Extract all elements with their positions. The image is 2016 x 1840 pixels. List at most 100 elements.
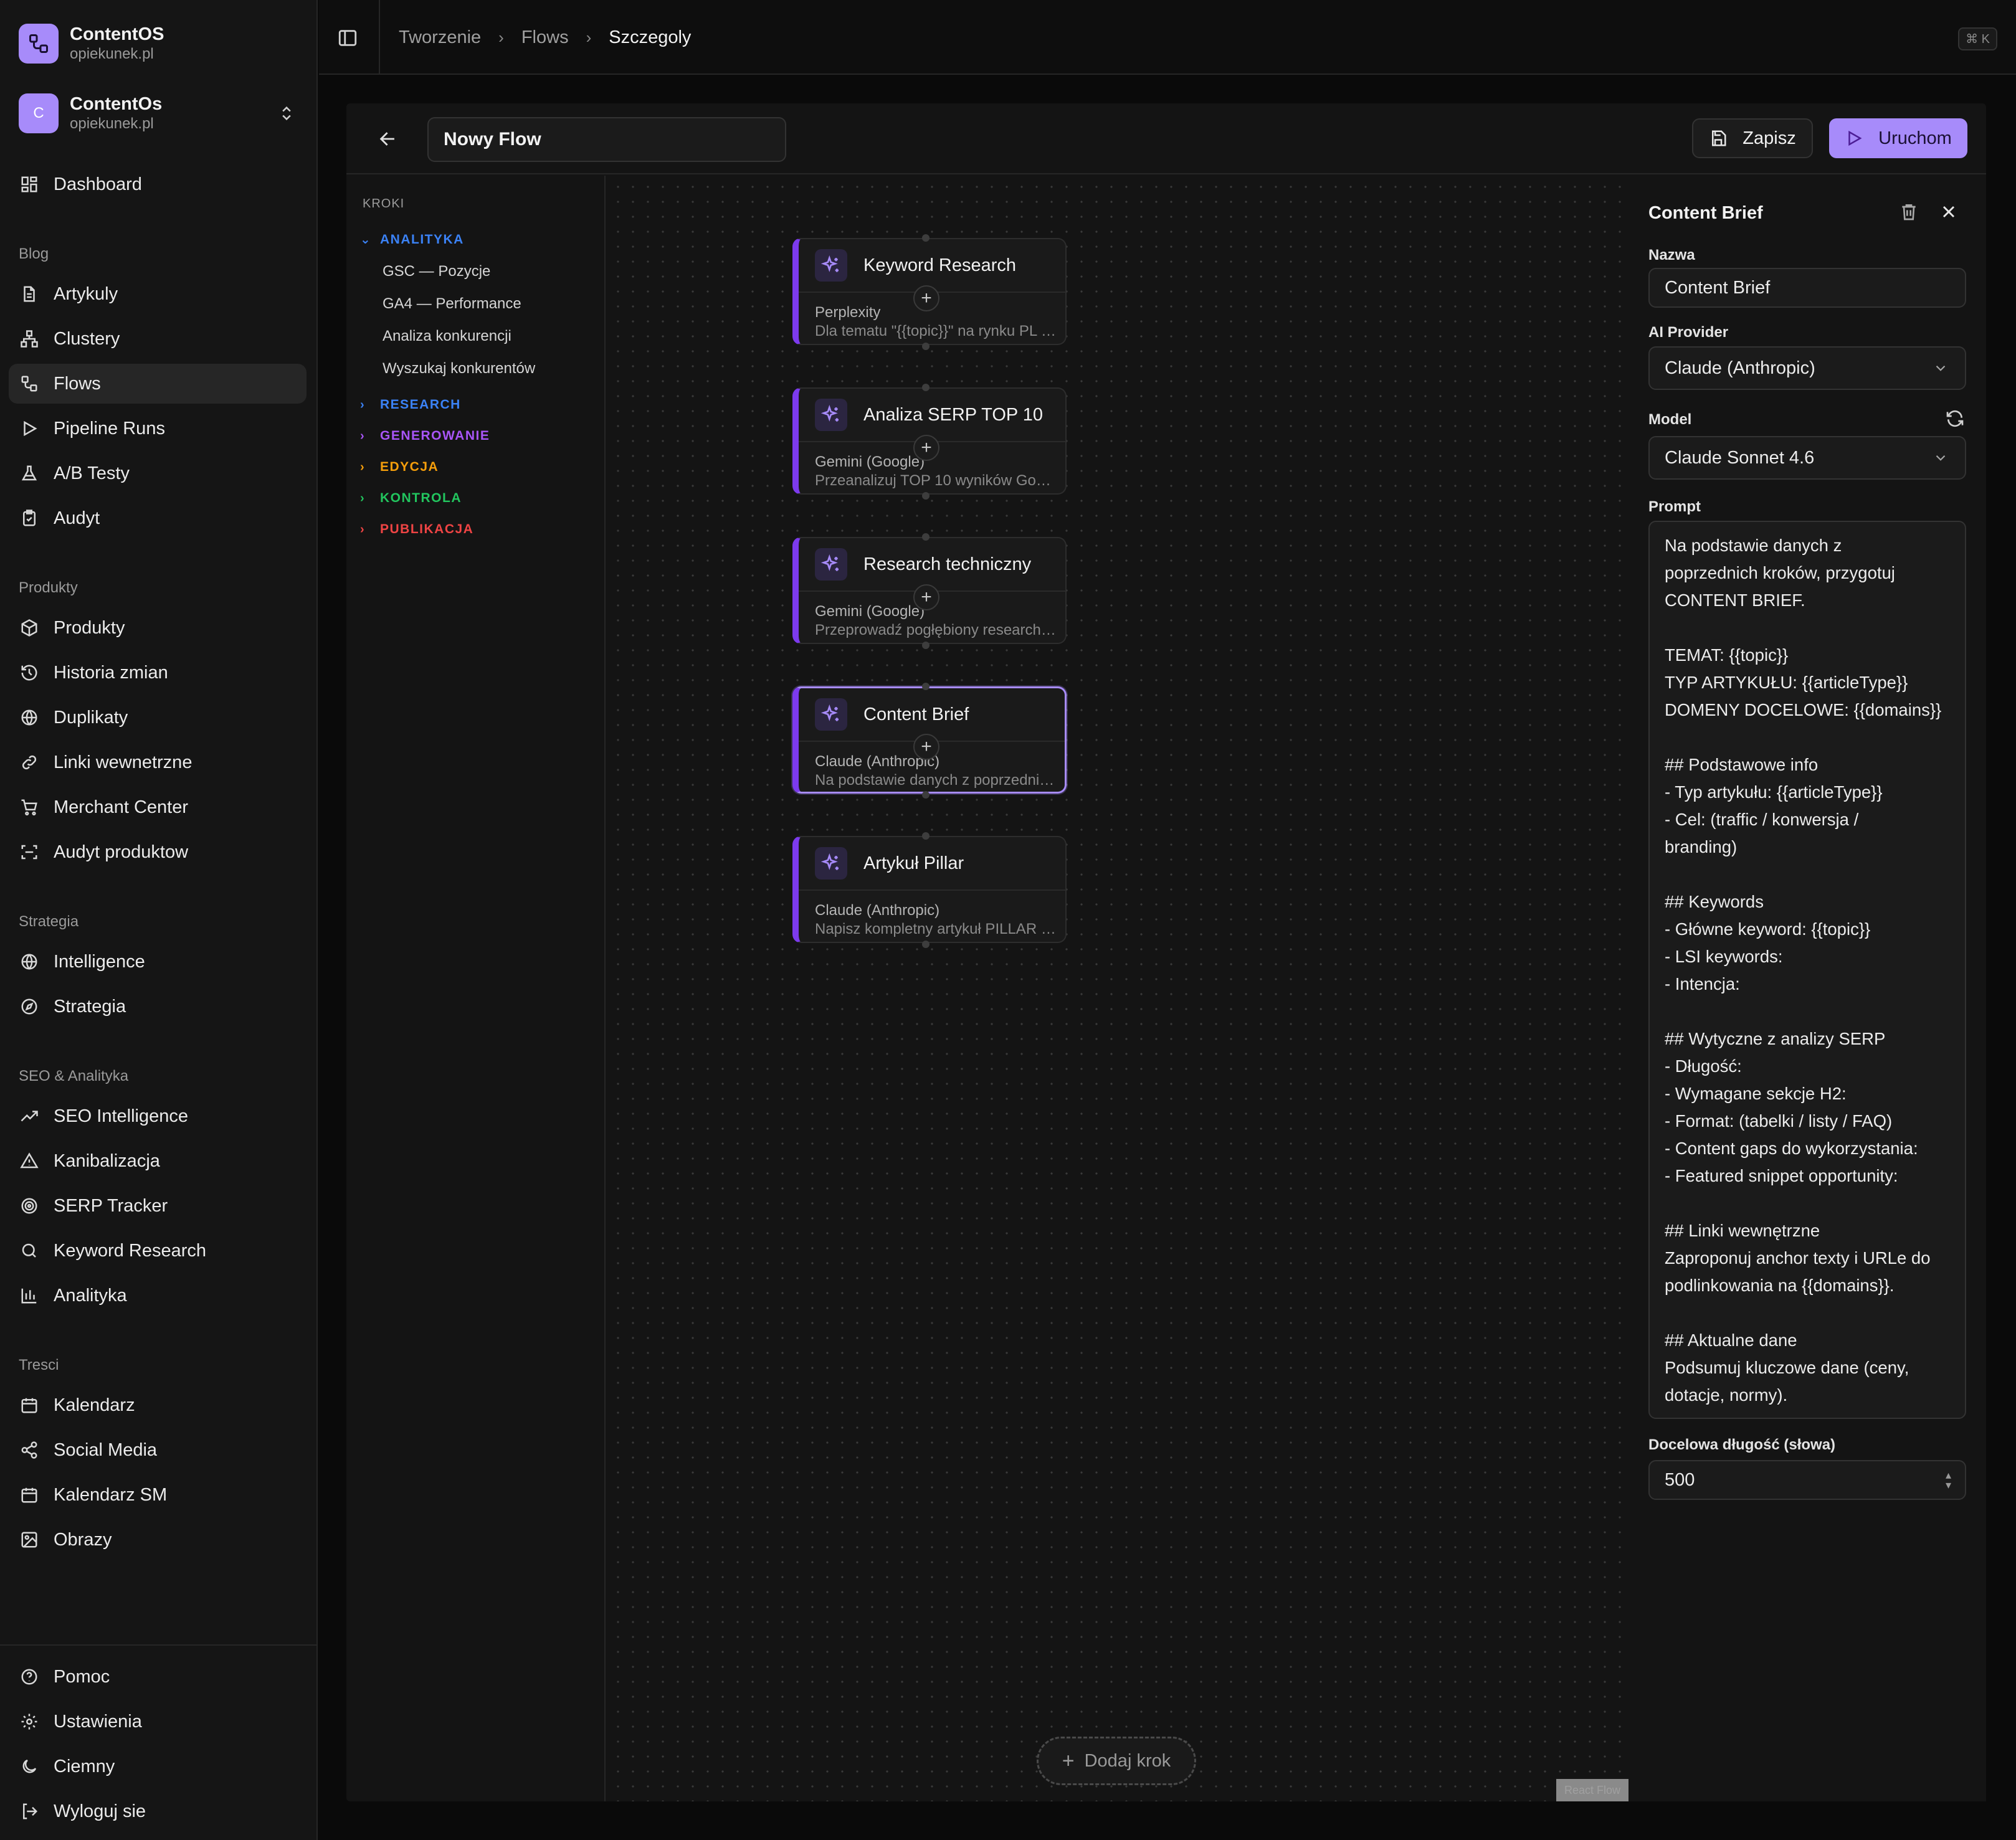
sidebar-item-linki-wewnetrzne[interactable]: Linki wewnetrzne <box>9 742 307 782</box>
sidebar-item-wyloguj[interactable]: Wyloguj sie <box>9 1791 307 1831</box>
app-name: ContentOS <box>70 24 164 44</box>
sidebar-item-pomoc[interactable]: Pomoc <box>9 1657 307 1697</box>
sidebar-item-kanibalizacja[interactable]: Kanibalizacja <box>9 1141 307 1181</box>
workspace-switcher[interactable]: C ContentOs opiekunek.pl <box>19 93 299 133</box>
node-handle[interactable] <box>922 791 930 799</box>
node-handle[interactable] <box>922 492 930 500</box>
breadcrumb-item[interactable]: Flows <box>521 27 569 48</box>
nav-group-seo: SEO & Analityka <box>19 1068 129 1084</box>
sidebar-item-dashboard[interactable]: Dashboard <box>9 164 307 204</box>
category-generowanie[interactable]: › GENEROWANIE <box>360 429 490 443</box>
network-icon <box>21 330 38 348</box>
sidebar-item-label: Produkty <box>54 617 125 638</box>
provider-select[interactable]: Claude (Anthropic) <box>1648 346 1966 390</box>
sidebar-item-merchant-center[interactable]: Merchant Center <box>9 787 307 827</box>
prompt-textarea[interactable]: Na podstawie danych z poprzednich kroków… <box>1648 521 1966 1419</box>
category-publikacja[interactable]: › PUBLIKACJA <box>360 522 473 537</box>
sidebar-item-artykuly[interactable]: Artykuly <box>9 274 307 314</box>
sidebar-item-audyt[interactable]: Audyt <box>9 498 307 538</box>
sidebar-toggle-icon[interactable] <box>336 27 359 49</box>
sidebar-item-ciemny[interactable]: Ciemny <box>9 1747 307 1786</box>
command-shortcut[interactable]: ⌘ K <box>1958 27 1997 50</box>
node-description: Napisz kompletny artykuł PILLAR na temat <box>815 921 1058 937</box>
trash-icon[interactable] <box>1899 202 1919 222</box>
node-handle[interactable] <box>922 343 930 350</box>
close-icon[interactable] <box>1939 202 1959 222</box>
sidebar-item-label: Linki wewnetrzne <box>54 752 193 772</box>
step-item[interactable]: Wyszukaj konkurentów <box>383 360 535 377</box>
node-handle[interactable] <box>922 683 930 690</box>
breadcrumb: Tworzenie › Flows › Szczegoly <box>399 27 691 48</box>
sidebar-item-clustery[interactable]: Clustery <box>9 319 307 359</box>
breadcrumb-item[interactable]: Tworzenie <box>399 27 481 48</box>
sidebar-item-kalendarz[interactable]: Kalendarz <box>9 1385 307 1425</box>
arrow-left-icon[interactable] <box>378 128 399 149</box>
provider-label: AI Provider <box>1648 324 1729 341</box>
sidebar-item-serp-tracker[interactable]: SERP Tracker <box>9 1186 307 1226</box>
category-label: PUBLIKACJA <box>380 522 474 536</box>
app-brand[interactable]: ContentOS opiekunek.pl <box>19 24 164 64</box>
sidebar-item-intelligence[interactable]: Intelligence <box>9 942 307 982</box>
flow-name-input[interactable]: Nowy Flow <box>427 117 786 162</box>
refresh-icon[interactable] <box>1945 409 1965 429</box>
node-handle[interactable] <box>922 234 930 242</box>
sidebar-divider <box>0 1644 316 1646</box>
name-field[interactable]: Content Brief <box>1648 268 1966 308</box>
number-stepper-icon[interactable]: ▴ ▾ <box>1946 1469 1951 1491</box>
length-input[interactable]: 500 ▴ ▾ <box>1648 1460 1966 1500</box>
chevron-right-icon: › <box>360 460 366 474</box>
category-kontrola[interactable]: › KONTROLA <box>360 491 462 506</box>
node-handle[interactable] <box>922 384 930 391</box>
sidebar-item-duplikaty[interactable]: Duplikaty <box>9 698 307 737</box>
insert-step-button[interactable]: + <box>913 734 939 760</box>
sparkles-icon <box>815 249 847 282</box>
sidebar-item-audyt-produktow[interactable]: Audyt produktow <box>9 832 307 872</box>
node-title: Artykuł Pillar <box>863 853 964 873</box>
add-step-button[interactable]: + Dodaj krok <box>1037 1737 1196 1785</box>
sidebar-item-strategia[interactable]: Strategia <box>9 987 307 1027</box>
properties-panel: Content Brief Nazwa Content Brief AI Pro… <box>1630 176 1986 1801</box>
flow-canvas[interactable]: Keyword Research Perplexity Dla tematu "… <box>607 176 1628 1801</box>
run-button[interactable]: Uruchom <box>1829 118 1967 158</box>
chevron-right-icon: › <box>498 28 504 47</box>
sidebar-item-historia-zmian[interactable]: Historia zmian <box>9 653 307 693</box>
flow-node-artykul-pillar[interactable]: Artykuł Pillar Claude (Anthropic) Napisz… <box>792 836 1067 943</box>
chevron-down-icon <box>1936 455 1946 461</box>
sidebar-item-label: Kanibalizacja <box>54 1150 160 1171</box>
chevron-right-icon: › <box>360 522 366 536</box>
node-handle[interactable] <box>922 832 930 840</box>
insert-step-button[interactable]: + <box>913 584 939 610</box>
sidebar-item-ab-testy[interactable]: A/B Testy <box>9 453 307 493</box>
node-handle[interactable] <box>922 941 930 948</box>
add-step-label: Dodaj krok <box>1084 1750 1171 1771</box>
sidebar-item-seo-intelligence[interactable]: SEO Intelligence <box>9 1096 307 1136</box>
react-flow-attribution[interactable]: React Flow <box>1556 1779 1628 1801</box>
insert-step-button[interactable]: + <box>913 435 939 461</box>
clipboard-check-icon <box>23 510 36 526</box>
node-handle[interactable] <box>922 642 930 649</box>
save-button[interactable]: Zapisz <box>1692 118 1813 158</box>
sidebar-item-social-media[interactable]: Social Media <box>9 1430 307 1470</box>
step-item[interactable]: GA4 — Performance <box>383 295 521 313</box>
step-item[interactable]: GSC — Pozycje <box>383 263 490 280</box>
insert-step-button[interactable]: + <box>913 285 939 311</box>
category-research[interactable]: › RESEARCH <box>360 397 461 412</box>
sidebar-item-pipeline-runs[interactable]: Pipeline Runs <box>9 409 307 448</box>
sidebar-item-kalendarz-sm[interactable]: Kalendarz SM <box>9 1475 307 1515</box>
sidebar-item-ustawienia[interactable]: Ustawienia <box>9 1702 307 1742</box>
sidebar-item-produkty[interactable]: Produkty <box>9 608 307 648</box>
category-analityka[interactable]: ⌄ ANALITYKA <box>360 232 464 247</box>
calendar-icon <box>21 1398 37 1413</box>
category-label: EDYCJA <box>380 460 439 474</box>
step-item[interactable]: Analiza konkurencji <box>383 328 511 345</box>
sidebar-item-analityka[interactable]: Analityka <box>9 1276 307 1316</box>
model-select[interactable]: Claude Sonnet 4.6 <box>1648 436 1966 480</box>
shopping-cart-icon <box>21 799 37 816</box>
node-handle[interactable] <box>922 533 930 541</box>
sidebar-item-obrazy[interactable]: Obrazy <box>9 1520 307 1560</box>
steps-title: KROKI <box>363 197 405 211</box>
category-edycja[interactable]: › EDYCJA <box>360 460 439 475</box>
sidebar-item-keyword-research[interactable]: Keyword Research <box>9 1231 307 1271</box>
sidebar-item-flows[interactable]: Flows <box>9 364 307 404</box>
globe-icon <box>21 709 37 726</box>
